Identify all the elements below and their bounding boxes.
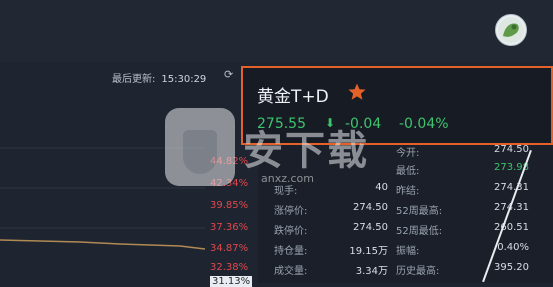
stat-value: 19.15万 (349, 246, 388, 257)
stat-value: 395.20 (494, 262, 529, 273)
stat-value: 274.50 (494, 144, 529, 155)
stat-row: 跌停价: 274.50 52周最低: 260.51 (258, 220, 553, 238)
pct-label: 44.82% (210, 156, 249, 167)
last-update-time: 15:30:29 (161, 74, 207, 85)
stat-label: 最低: (396, 166, 420, 177)
stat-label: 今开: (396, 148, 420, 159)
stat-row: 成交量: 3.34万 历史最高: 395.20 (258, 260, 553, 278)
down-arrow-icon: ⬇ (325, 116, 336, 130)
stat-label: 现手: (274, 186, 298, 197)
price-change-percent: -0.04% (399, 116, 449, 132)
stat-row: 最低: 273.98 (258, 160, 553, 178)
stat-label: 52周最高: (396, 206, 443, 217)
stat-label: 持仓量: (274, 246, 308, 257)
stat-value: 40 (375, 182, 388, 193)
stat-label: 跌停价: (274, 226, 308, 237)
pct-label: 39.85% (210, 200, 249, 211)
instrument-popup[interactable]: 黄金T+D 275.55 ⬇ -0.04 -0.04% (241, 66, 553, 145)
top-bar (0, 0, 553, 62)
avatar-icon (498, 17, 524, 43)
instrument-title: 黄金T+D (257, 87, 329, 107)
stat-label: 成交量: (274, 266, 308, 277)
pct-label: 32.38% (210, 262, 249, 273)
price-value: 275.55 (257, 116, 306, 132)
pct-label: 42.34% (210, 178, 249, 189)
stat-label: 振幅: (396, 246, 420, 257)
stat-value: 274.50 (353, 222, 388, 233)
refresh-icon[interactable]: ⟳ (224, 68, 236, 81)
stat-value: 0.40% (497, 242, 529, 253)
last-update: 最后更新: 15:30:29 (112, 70, 206, 85)
price-chart: 44.82% 42.34% 39.85% 37.36% 34.87% 32.38… (0, 88, 258, 287)
stat-label: 涨停价: (274, 206, 308, 217)
user-avatar[interactable] (495, 14, 527, 46)
price-change: -0.04 (345, 116, 382, 132)
stat-label: 52周最低: (396, 226, 443, 237)
last-update-label: 最后更新: (112, 74, 156, 85)
pct-label: 37.36% (210, 222, 249, 233)
stat-value: 274.50 (353, 202, 388, 213)
stat-row: 持仓量: 19.15万 振幅: 0.40% (258, 240, 553, 258)
stat-label: 历史最高: (396, 266, 440, 277)
star-icon[interactable] (347, 82, 367, 102)
stat-row: 现手: 40 昨结: 274.31 (258, 180, 553, 198)
pct-label-current: 31.13% (210, 276, 253, 287)
stat-value: 3.34万 (355, 266, 388, 277)
pct-label: 34.87% (210, 243, 249, 254)
stat-label: 昨结: (396, 186, 420, 197)
stat-value: 274.31 (494, 182, 529, 193)
price-line (0, 239, 206, 250)
